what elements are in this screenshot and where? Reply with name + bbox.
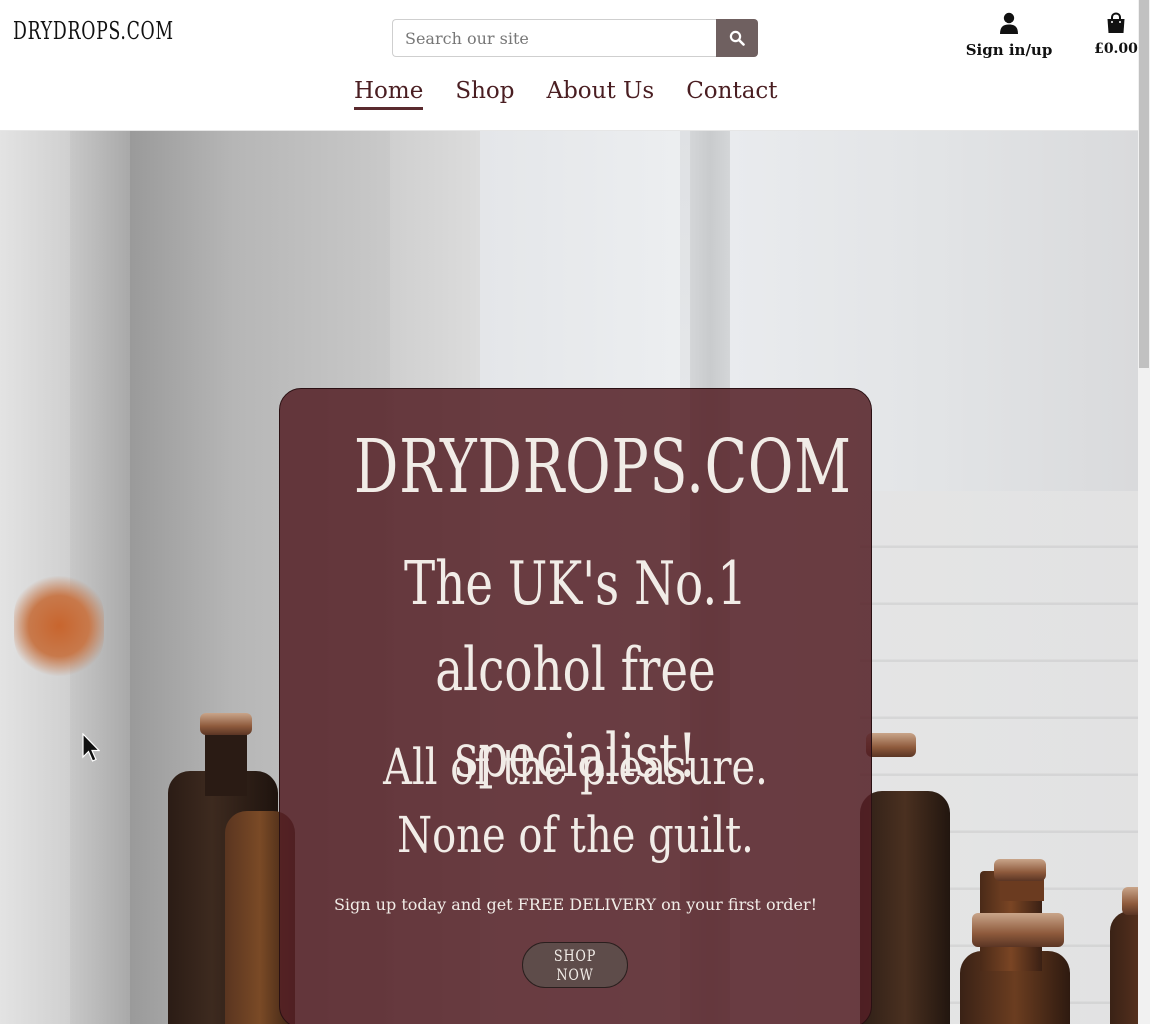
nav-home[interactable]: Home bbox=[354, 78, 424, 110]
hero-title: DRYDROPS.COM bbox=[353, 424, 852, 510]
user-icon bbox=[1000, 12, 1018, 34]
search-icon bbox=[729, 30, 745, 46]
main-nav: Home Shop About Us Contact bbox=[354, 78, 778, 110]
account-link[interactable]: Sign in/up bbox=[960, 12, 1058, 59]
site-logo[interactable]: DRYDROPS.COM bbox=[13, 17, 174, 45]
nav-contact[interactable]: Contact bbox=[686, 78, 777, 110]
account-label: Sign in/up bbox=[965, 41, 1053, 59]
search-input[interactable] bbox=[392, 19, 716, 57]
hero-subtitle: All of the pleasure. None of the guilt. bbox=[383, 738, 768, 864]
shopping-bag-icon bbox=[1107, 12, 1125, 33]
page-scrollbar[interactable] bbox=[1138, 0, 1150, 1024]
bag-total: £0.00 bbox=[1094, 41, 1138, 57]
mouse-cursor-icon bbox=[82, 733, 100, 762]
search-button[interactable] bbox=[716, 19, 758, 57]
shop-now-button[interactable]: SHOP NOW bbox=[522, 942, 628, 988]
shop-now-label: SHOP NOW bbox=[553, 946, 597, 984]
hero-overlay-card: DRYDROPS.COM The UK's No.1 alcohol free … bbox=[279, 388, 872, 1024]
page: DRYDROPS.COM Sign in/up bbox=[0, 0, 1150, 1024]
search-form bbox=[392, 19, 758, 57]
nav-shop[interactable]: Shop bbox=[455, 78, 514, 110]
hero-promo-text: Sign up today and get FREE DELIVERY on y… bbox=[333, 895, 818, 914]
nav-about-us[interactable]: About Us bbox=[546, 78, 654, 110]
shopping-bag-link[interactable]: £0.00 bbox=[1088, 12, 1144, 57]
scrollbar-thumb[interactable] bbox=[1139, 0, 1149, 368]
site-header: DRYDROPS.COM Sign in/up bbox=[0, 0, 1138, 131]
